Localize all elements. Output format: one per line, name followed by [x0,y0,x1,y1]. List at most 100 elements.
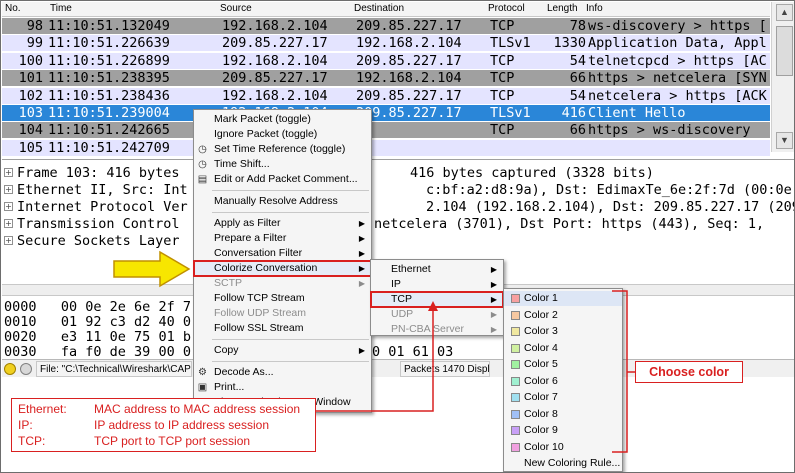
packet-row[interactable]: 100 11:10:51.226899 192.168.2.104 209.85.22… [2,52,770,69]
menu-item-follow-udp-stream[interactable]: Follow UDP Stream [194,306,371,321]
menu-item-label: IP [391,278,401,290]
column-header-info[interactable]: Info [586,3,603,14]
packet-row[interactable]: 98 11:10:51.132049 192.168.2.104 209.85.227… [2,18,770,34]
packet-cell-info: Client Hello [588,105,686,121]
menu-item-label: Prepare a Filter [214,232,287,244]
color-item-1[interactable]: Color 1 [504,291,622,306]
packet-cell-time: 11:10:51.226639 [48,35,170,52]
menu-separator [212,339,369,340]
colorize-item-ip[interactable]: IP ▶ [371,277,503,292]
menu-item-follow-ssl-stream[interactable]: Follow SSL Stream [194,321,371,336]
hex-row: 0030 fa f0 de 39 00 0 [4,344,191,360]
detail-row-ip[interactable]: + Internet Protocol Ver [4,199,188,216]
scroll-up-icon[interactable]: ▲ [776,4,793,21]
menu-item-colorize-conversation[interactable]: Colorize Conversation ▶ [193,260,372,277]
capture-comment-icon[interactable] [20,363,32,375]
packet-cell-no: 102 [18,87,43,104]
scroll-thumb[interactable] [776,26,793,76]
menu-separator [212,361,369,362]
column-header-protocol[interactable]: Protocol [488,3,525,14]
color-item-2[interactable]: Color 2 [504,308,622,323]
expand-icon[interactable]: + [4,168,13,177]
submenu-arrow-icon: ▶ [358,279,365,288]
detail-row-ssl[interactable]: + Secure Sockets Layer [4,233,180,250]
column-header-no[interactable]: No. [5,3,21,14]
color-swatch-icon [511,426,520,435]
submenu-arrow-icon: ▶ [490,325,497,334]
expand-icon[interactable]: + [4,219,13,228]
menu-item-apply-as-filter[interactable]: Apply as Filter ▶ [194,216,371,231]
color-swatch-icon [511,409,520,419]
menu-item-print[interactable]: ▣ Print... [194,380,371,395]
detail-tcp-right: netcelera (3701), Dst Port: https (443),… [374,216,765,232]
color-item-8[interactable]: Color 8 [504,407,622,422]
column-header-time[interactable]: Time [50,3,72,14]
packet-cell-proto: TCP [490,122,515,139]
packet-cell-dst: 209.85.227.17 [356,52,462,69]
menu-item-decode-as[interactable]: ⚙ Decode As... [194,365,371,380]
submenu-arrow-icon: ▶ [490,265,497,274]
detail-row-frame[interactable]: + Frame 103: 416 bytes [4,165,180,182]
packet-row[interactable]: 104 11:10:51.242665 TCP 66 https > ws-discov… [2,122,770,139]
column-header-destination[interactable]: Destination [354,3,404,14]
new-coloring-rule-item[interactable]: New Coloring Rule... [504,456,622,471]
menu-item-label: Follow UDP Stream [214,307,306,319]
menu-separator [212,190,369,191]
menu-item-label: UDP [391,308,414,320]
column-header-source[interactable]: Source [220,3,252,14]
menu-item-label: Color 8 [524,407,558,420]
colorize-item-pn-cba-server[interactable]: PN-CBA Server ▶ [371,322,503,337]
menu-item-label: Colorize Conversation [214,262,318,274]
colorize-item-udp[interactable]: UDP ▶ [371,307,503,322]
expert-info-icon[interactable] [4,363,16,375]
color-swatch-icon [511,294,520,303]
submenu-arrow-icon: ▶ [358,264,365,273]
packet-cell-proto: TCP [490,70,515,87]
packet-cell-info: netcelera > https [ACK [588,87,767,104]
status-file: File: "C:\Technical\Wireshark\CAP-PO [36,361,192,377]
packet-cell-info: Application Data, Appl [588,35,767,52]
packet-row[interactable]: 101 11:10:51.238395 209.85.227.17 192.168.2… [2,70,770,87]
color-item-4[interactable]: Color 4 [504,341,622,356]
packet-row[interactable]: 102 11:10:51.238436 192.168.2.104 209.85.22… [2,87,770,104]
color-item-6[interactable]: Color 6 [504,374,622,389]
color-item-3[interactable]: Color 3 [504,324,622,339]
column-header-length[interactable]: Length [547,3,578,14]
color-item-10[interactable]: Color 10 [504,440,622,455]
menu-item-sctp[interactable]: SCTP ▶ [194,276,371,291]
menu-item-prepare-a-filter[interactable]: Prepare a Filter ▶ [194,231,371,246]
expand-icon[interactable]: + [4,236,13,245]
scroll-down-icon[interactable]: ▼ [776,132,793,149]
menu-item-edit-or-add-packet-comment[interactable]: ▤ Edit or Add Packet Comment... [194,172,371,187]
menu-item-copy[interactable]: Copy ▶ [194,343,371,358]
packet-cell-info: telnetcpcd > https [AC [588,52,767,69]
submenu-arrow-icon: ▶ [490,295,497,304]
expand-icon[interactable]: + [4,202,13,211]
packet-row-selected[interactable]: 10311:10:51.239004192.168.2.104209.85.22… [2,105,770,121]
packet-cell-len: 54 [569,52,586,69]
detail-row-ethernet[interactable]: + Ethernet II, Src: Int [4,182,188,199]
packet-row[interactable]: 105 11:10:51.242709 [2,139,770,156]
menu-item-mark-packet-toggle[interactable]: Mark Packet (toggle) [194,112,371,127]
menu-item-follow-tcp-stream[interactable]: Follow TCP Stream [194,291,371,306]
packet-cell-src: 209.85.227.17 [222,70,328,87]
menu-item-time-shift[interactable]: ◷ Time Shift... [194,157,371,172]
detail-row-tcp[interactable]: + Transmission Control [4,216,180,233]
menu-item-set-time-reference-toggle[interactable]: ◷ Set Time Reference (toggle) [194,142,371,157]
packet-cell-no: 101 [18,70,43,87]
annotation-line-tcp: TCP: TCP port to TCP port session [18,434,251,448]
expand-icon[interactable]: + [4,185,13,194]
colorize-item-tcp[interactable]: TCP ▶ [370,291,504,308]
menu-item-conversation-filter[interactable]: Conversation Filter ▶ [194,246,371,261]
menu-item-ignore-packet-toggle[interactable]: Ignore Packet (toggle) [194,127,371,142]
packet-row[interactable]: 99 11:10:51.226639 209.85.227.17 192.168.2.… [2,35,770,52]
menu-item-manually-resolve-address[interactable]: Manually Resolve Address [194,194,371,209]
color-item-5[interactable]: Color 5 [504,357,622,372]
colorize-item-ethernet[interactable]: Ethernet ▶ [371,262,503,277]
packet-list-scrollbar[interactable]: ▲ ▼ [771,2,794,152]
packet-cell-time: 11:10:51.132049 [48,18,170,34]
hex-row-tail: 0 01 61 03 [372,344,454,360]
packet-cell-len: 66 [569,70,586,87]
color-item-7[interactable]: Color 7 [504,390,622,405]
color-item-9[interactable]: Color 9 [504,423,622,438]
